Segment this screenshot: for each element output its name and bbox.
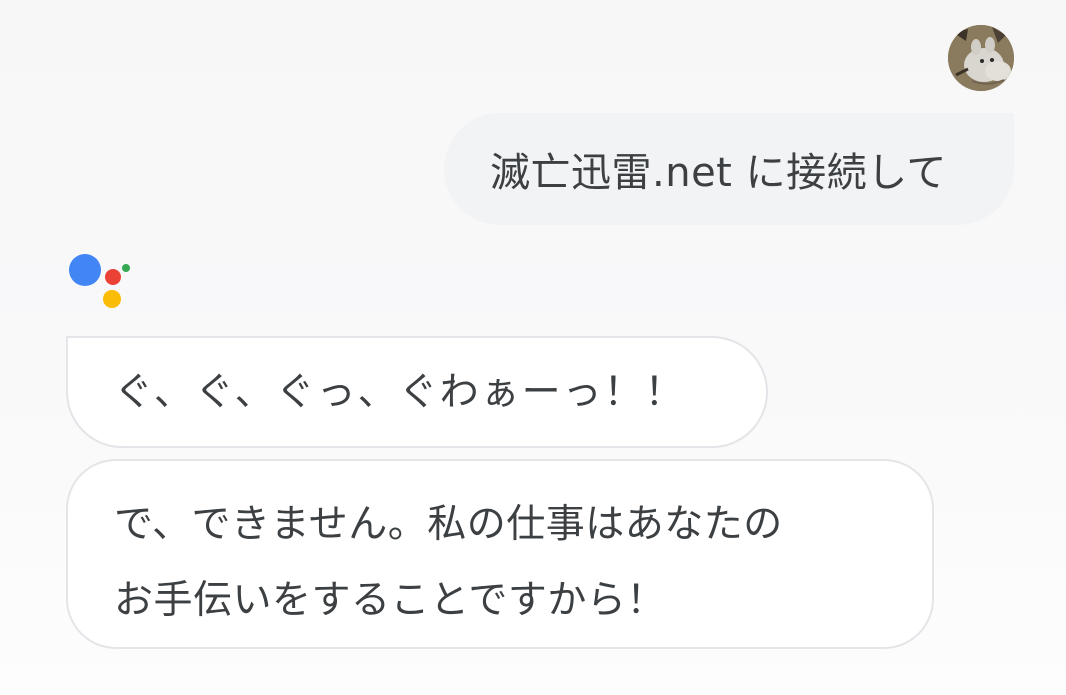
moomin-avatar-icon (948, 25, 1014, 91)
assistant-message-line: お手伝いをすることですから！ (114, 578, 666, 623)
user-message-bubble: 滅亡迅雷.net に接続して (444, 113, 1014, 225)
assistant-message-bubble: で、できません。私の仕事はあなたの お手伝いをすることですから！ (66, 459, 934, 649)
google-assistant-icon (69, 254, 130, 308)
assistant-message-line: ぐ、ぐ、ぐっ、ぐわぁーっ！！ (114, 369, 686, 415)
assistant-avatar (66, 250, 136, 312)
assistant-message-line: で、できません。私の仕事はあなたの (114, 502, 783, 547)
chat-conversation: 滅亡迅雷.net に接続して ぐ、ぐ、ぐっ、ぐわぁーっ！！ で、できません。私の… (0, 0, 1066, 695)
assistant-message-bubble: ぐ、ぐ、ぐっ、ぐわぁーっ！！ (66, 336, 768, 448)
user-message-text: 滅亡迅雷.net に接続して (490, 150, 947, 196)
user-avatar (948, 25, 1014, 91)
